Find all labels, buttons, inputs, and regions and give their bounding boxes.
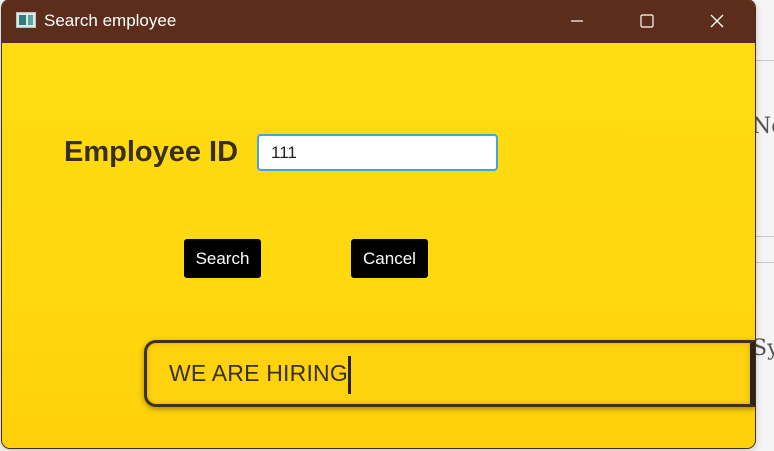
background-text-fragment: No bbox=[752, 114, 774, 139]
employee-id-label: Employee ID bbox=[64, 136, 239, 168]
minimize-button[interactable] bbox=[554, 0, 600, 43]
hiring-banner-text: WE ARE HIRING bbox=[169, 360, 348, 386]
close-button[interactable] bbox=[694, 0, 740, 43]
title-bar[interactable]: Search employee bbox=[2, 0, 755, 43]
cancel-button[interactable]: Cancel bbox=[351, 239, 428, 278]
maximize-button[interactable] bbox=[624, 0, 670, 43]
app-icon bbox=[16, 12, 36, 28]
close-icon bbox=[710, 14, 724, 28]
employee-id-input[interactable] bbox=[257, 134, 498, 171]
maximize-icon bbox=[640, 14, 654, 28]
text-cursor bbox=[348, 356, 351, 394]
background-text-fragment: Sys bbox=[752, 336, 774, 361]
search-button[interactable]: Search bbox=[184, 239, 261, 278]
dialog-content: Employee ID Search Cancel WE ARE HIRING bbox=[2, 43, 755, 448]
search-employee-dialog: Search employee Employee ID Search Cance… bbox=[2, 0, 755, 448]
window-title: Search employee bbox=[44, 11, 177, 30]
hiring-banner: WE ARE HIRING bbox=[144, 340, 755, 407]
minimize-icon bbox=[571, 20, 583, 22]
